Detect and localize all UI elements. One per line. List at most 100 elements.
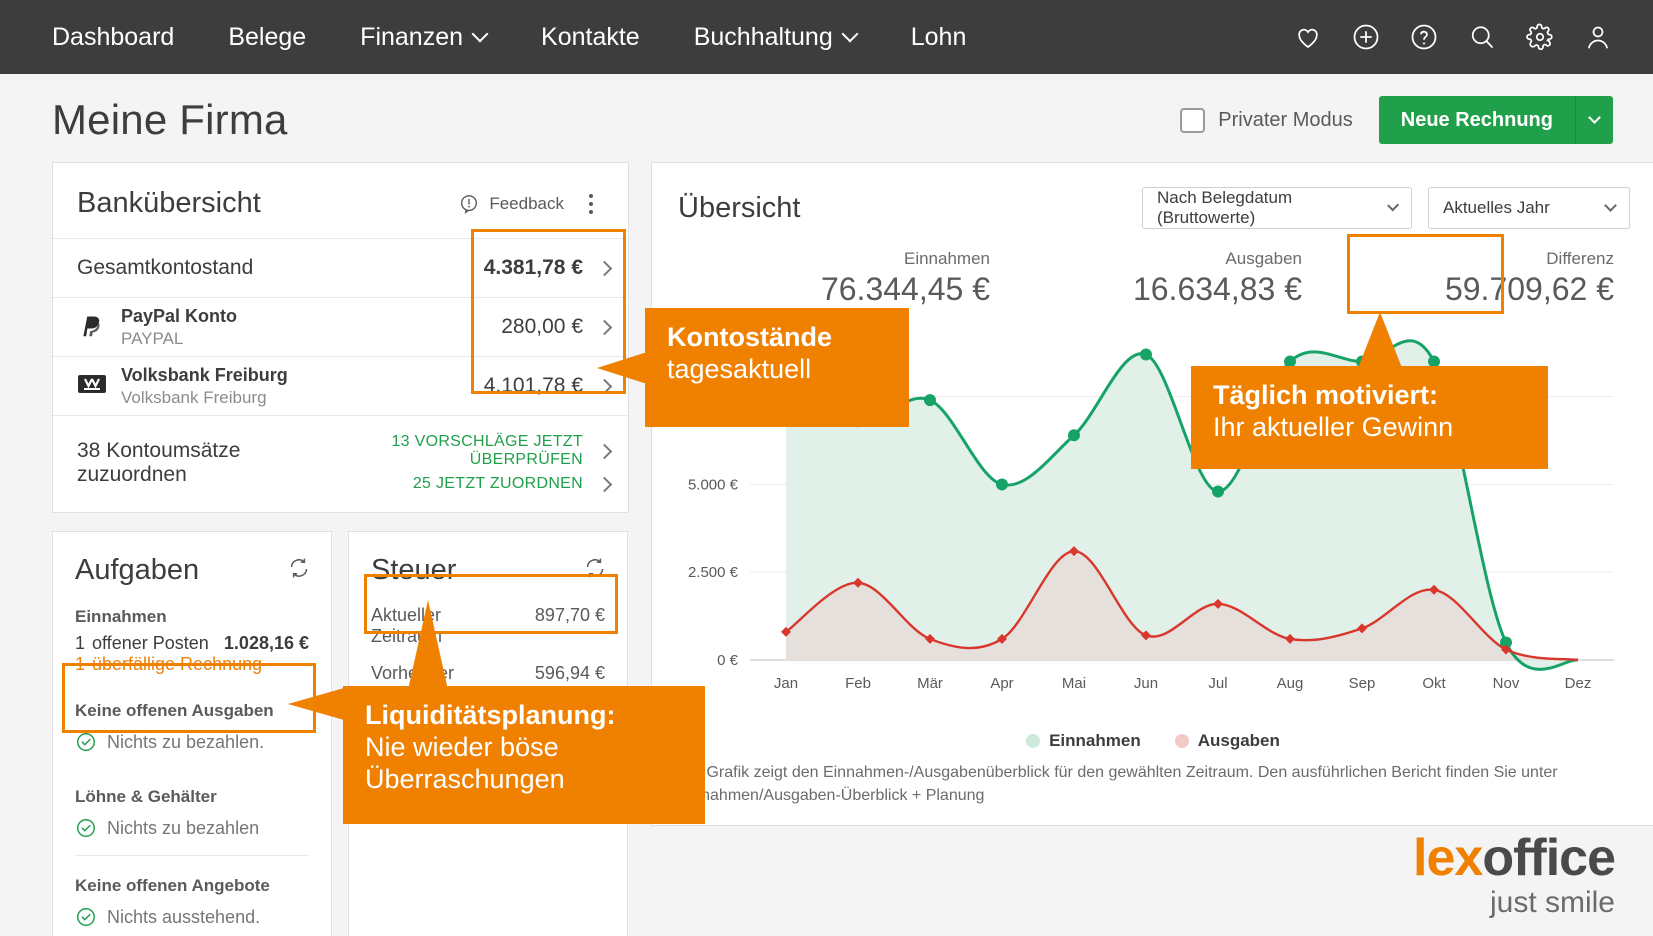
bank-overview-card: Bankübersicht Feedback Gesamtkontostand … (52, 162, 629, 513)
svg-text:Dez: Dez (1565, 675, 1592, 692)
tasks-wages-status: Nichts zu bezahlen (107, 818, 259, 839)
nav-label: Belege (228, 23, 306, 52)
gear-icon[interactable] (1525, 22, 1555, 52)
svg-text:Mai: Mai (1062, 675, 1086, 692)
tax-current-period-value: 897,70 € (535, 605, 605, 626)
private-mode-checkbox[interactable] (1180, 108, 1205, 133)
chevron-right-icon (597, 260, 613, 276)
nav-label: Kontakte (541, 23, 640, 52)
kpi-value: 59.709,62 € (1302, 271, 1614, 308)
paypal-icon (77, 310, 107, 345)
overview-filters: Nach Belegdatum (Bruttowerte) Aktuelles … (1142, 187, 1630, 229)
chevron-down-icon (1588, 111, 1601, 124)
new-invoice-button-group: Neue Rechnung (1379, 96, 1613, 144)
private-mode-label: Privater Modus (1218, 109, 1353, 132)
bank-total-row[interactable]: Gesamtkontostand 4.381,78 € (53, 238, 628, 297)
header-actions: Privater Modus Neue Rechnung (1180, 96, 1613, 144)
legend-swatch (1026, 734, 1040, 748)
chevron-right-icon (597, 476, 613, 492)
refresh-icon[interactable] (287, 556, 311, 585)
user-icon[interactable] (1583, 22, 1613, 52)
svg-text:Jan: Jan (774, 675, 798, 692)
bank-account-info: PayPal Konto PAYPAL (121, 305, 237, 349)
bank-card-header: Bankübersicht Feedback (53, 163, 628, 238)
bank-account-value: 4.101,78 € (484, 374, 583, 398)
bank-account-row-paypal[interactable]: PayPal Konto PAYPAL 280,00 € (53, 297, 628, 356)
callout-tail-left-2 (288, 688, 344, 720)
volksbank-icon (77, 372, 107, 401)
nav-item-dashboard[interactable]: Dashboard (52, 23, 201, 52)
right-column: Übersicht Nach Belegdatum (Bruttowerte) … (651, 162, 1653, 919)
new-invoice-dropdown-button[interactable] (1575, 96, 1613, 144)
tasks-card-header: Aufgaben (53, 532, 331, 597)
bank-total-amount-cell[interactable]: 4.381,78 € (480, 239, 628, 297)
tasks-open-item-row[interactable]: 1 offener Posten 1.028,16 € (75, 633, 309, 654)
tasks-income-group-title: Einnahmen (75, 607, 309, 627)
tasks-open-count: 1 (75, 633, 92, 654)
legend-item-einnahmen[interactable]: Einnahmen (1026, 731, 1141, 751)
nav-label: Dashboard (52, 23, 174, 52)
private-mode-toggle[interactable]: Privater Modus (1180, 108, 1353, 133)
tasks-card-body: Einnahmen 1 offener Posten 1.028,16 € 1 … (53, 607, 331, 936)
callout-line2: Ihr aktueller Gewinn (1213, 412, 1526, 444)
callout-line1: Liquiditätsplanung: (365, 700, 683, 732)
nav-item-buchhaltung[interactable]: Buchhaltung (667, 23, 884, 52)
svg-text:Jul: Jul (1208, 675, 1227, 692)
callout-taeglich-motiviert: Täglich motiviert: Ihr aktueller Gewinn (1191, 366, 1548, 469)
tax-current-period-row[interactable]: Aktueller Zeitraum 897,70 € (361, 597, 615, 655)
chevron-down-icon (1387, 199, 1399, 211)
bank-account-info: Volksbank Freiburg Volksbank Freiburg (121, 364, 288, 408)
tax-card-title: Steuer (371, 554, 456, 587)
nav-item-belege[interactable]: Belege (201, 23, 333, 52)
chevron-down-icon (844, 28, 857, 41)
lexoffice-logo: lexoffice just smile (1413, 832, 1615, 919)
bank-account-amount-cell[interactable]: 280,00 € (480, 298, 628, 356)
callout-liquiditaetsplanung: Liquiditätsplanung: Nie wieder böse Über… (343, 686, 705, 824)
bank-account-name: Volksbank Freiburg (121, 364, 288, 387)
svg-text:2.500 €: 2.500 € (688, 564, 739, 581)
bank-total-value: 4.381,78 € (484, 256, 583, 280)
bank-total-label: Gesamtkontostand (77, 256, 253, 280)
filter-basis-value: Nach Belegdatum (Bruttowerte) (1157, 188, 1373, 228)
chevron-down-icon (1604, 199, 1617, 212)
tasks-expenses-group-title: Keine offenen Ausgaben (75, 701, 309, 721)
search-icon[interactable] (1467, 22, 1497, 52)
tasks-overdue-count: 1 (75, 654, 92, 675)
tasks-card: Aufgaben Einnahmen 1 offener Posten 1.02… (52, 531, 332, 936)
nav-icon-group (1293, 22, 1613, 52)
nav-item-lohn[interactable]: Lohn (884, 23, 994, 52)
new-invoice-button[interactable]: Neue Rechnung (1379, 96, 1575, 144)
brand-row: lexoffice just smile (651, 826, 1653, 919)
feedback-button[interactable]: Feedback (458, 193, 564, 215)
divider (75, 855, 309, 856)
callout-tail-left (597, 352, 647, 384)
nav-item-finanzen[interactable]: Finanzen (333, 23, 514, 52)
tasks-overdue-label: überfällige Rechnung (92, 654, 262, 675)
assign-now-link[interactable]: 25 JETZT ZUORDNEN (319, 472, 610, 496)
top-navigation-bar: Dashboard Belege Finanzen Kontakte Buchh… (0, 0, 1653, 74)
refresh-icon[interactable] (583, 556, 607, 585)
chevron-right-icon (597, 319, 613, 335)
plus-circle-icon[interactable] (1351, 22, 1381, 52)
filter-period-select[interactable]: Aktuelles Jahr (1428, 187, 1630, 229)
bank-card-menu-button[interactable] (578, 194, 604, 214)
tasks-overdue-row[interactable]: 1 überfällige Rechnung (75, 654, 309, 675)
legend-item-ausgaben[interactable]: Ausgaben (1175, 731, 1280, 751)
tasks-expenses-status-row: Nichts zu bezahlen. (75, 727, 309, 757)
callout-line1: Täglich motiviert: (1213, 380, 1526, 412)
tasks-offers-group-title: Keine offenen Angebote (75, 876, 309, 896)
heart-icon[interactable] (1293, 22, 1323, 52)
bank-account-sub: PAYPAL (121, 328, 237, 349)
filter-basis-select[interactable]: Nach Belegdatum (Bruttowerte) (1142, 187, 1412, 229)
help-circle-icon[interactable] (1409, 22, 1439, 52)
bank-account-row-volksbank[interactable]: Volksbank Freiburg Volksbank Freiburg 4.… (53, 356, 628, 415)
bank-card-footer: 38 Kontoumsätze zuzuordnen 13 VORSCHLÄGE… (53, 415, 628, 512)
kpi-einnahmen: Einnahmen 76.344,45 € (678, 249, 990, 308)
svg-text:Apr: Apr (990, 675, 1013, 692)
review-suggestions-link[interactable]: 13 VORSCHLÄGE JETZT ÜBERPRÜFEN (319, 430, 610, 472)
svg-text:Sep: Sep (1349, 675, 1376, 692)
legend-label: Ausgaben (1198, 731, 1280, 751)
nav-item-kontakte[interactable]: Kontakte (514, 23, 667, 52)
tax-previous-period-value: 596,94 € (535, 663, 605, 684)
nav-label: Lohn (911, 23, 967, 52)
